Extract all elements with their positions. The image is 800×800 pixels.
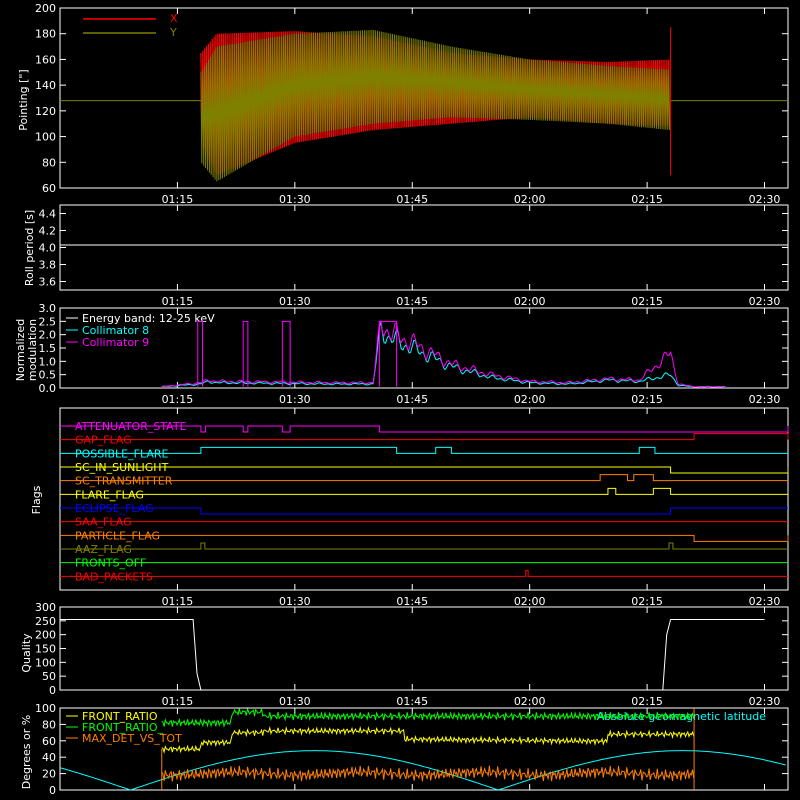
x-tick-label: 02:30 [749,595,781,608]
y-tick-label: 80 [42,156,56,169]
x-tick-label: 01:15 [162,393,194,406]
y-tick-label: 1.5 [39,342,57,355]
x-tick-label: 01:15 [162,695,194,708]
x-tick-label: 02:30 [749,193,781,206]
x-tick-label: 01:45 [396,393,428,406]
flag-label: BAD_PACKETS [75,570,153,583]
y-tick-label: 80 [42,718,56,731]
y-tick-label: 0 [49,784,56,797]
x-tick-label: 02:30 [749,695,781,708]
flag-label: ECLIPSE_FLAG [75,502,154,515]
x-tick-label: 02:00 [514,393,546,406]
x-tick-label: 01:45 [396,193,428,206]
ylabel-pointing: Pointing ["] [17,69,30,130]
x-tick-label: 01:45 [396,595,428,608]
x-tick-label: 01:45 [396,695,428,708]
x-tick-label: 01:30 [279,295,311,308]
x-tick-label: 02:00 [514,695,546,708]
flag-label: SC_TRANSMITTER [75,475,173,488]
ylabel-ratios: Degrees or % [20,715,33,789]
x-tick-label: 02:00 [514,193,546,206]
x-tick-label: 01:30 [279,595,311,608]
y-tick-label: 4.0 [39,242,57,255]
x-tick-label: 02:15 [631,695,663,708]
y-tick-label: 4.2 [39,225,57,238]
y-tick-label: 3.0 [39,302,57,315]
y-tick-label: 40 [42,751,56,764]
chart-canvas: 01:15 01:30 01:45 02:00 02:15 02:30 01:15 01:30… [0,0,800,800]
y-tick-label: 3.8 [39,259,57,272]
y-tick-label: 180 [35,28,56,41]
flag-label: GAP_FLAG [75,434,132,447]
legend-label-max-det: MAX_DET_VS_TOT [82,732,182,745]
y-tick-label: 250 [35,615,56,628]
x-tick-label: 02:15 [631,295,663,308]
ylabel-quality: Quality [20,633,33,673]
x-tick-label: 01:15 [162,193,194,206]
x-tick-label: 02:00 [514,295,546,308]
x-tick-label: 01:15 [162,595,194,608]
x-tick-label: 01:15 [162,295,194,308]
y-tick-label: 20 [42,768,56,781]
x-tick-label: 02:15 [631,393,663,406]
y-tick-label: 0 [49,684,56,697]
y-tick-label: 50 [42,670,56,683]
flag-label: ATTENUATOR_STATE [75,420,187,433]
x-tick-label: 01:45 [396,295,428,308]
x-tick-label: 02:30 [749,295,781,308]
y-tick-label: 1.0 [39,355,57,368]
flag-label: SAA_FLAG [75,516,132,529]
y-tick-label: 140 [35,79,56,92]
y-tick-label: 3.6 [39,276,57,289]
y-tick-label: 4.4 [39,208,57,221]
y-tick-label: 100 [35,656,56,669]
x-tick-label: 02:15 [631,595,663,608]
y-tick-label: 120 [35,105,56,118]
x-tick-label: 01:30 [279,695,311,708]
x-tick-label: 02:00 [514,595,546,608]
y-tick-label: 0.0 [39,382,57,395]
y-tick-label: 0.5 [39,369,57,382]
flag-label: SC_IN_SUNLIGHT [75,461,169,474]
legend-label-y: Y [169,26,177,39]
legend-label-c9: Collimator 9 [82,336,149,349]
flag-label: AAZ_FLAG [75,543,132,556]
x-tick-label: 01:30 [279,193,311,206]
y-tick-label: 200 [35,2,56,15]
ylabel-flags: Flags [30,485,43,514]
ylabel-roll: Roll period [s] [23,210,36,286]
x-tick-label: 02:30 [749,393,781,406]
y-tick-label: 100 [35,702,56,715]
ylabel-modulation-2: modulation [26,319,39,381]
legend-label-x: X [170,12,178,25]
y-tick-label: 160 [35,53,56,66]
y-tick-label: 60 [42,182,56,195]
y-tick-label: 300 [35,601,56,614]
y-tick-label: 60 [42,735,56,748]
flag-label: POSSIBLE_FLARE [75,447,169,460]
flag-label: FRONTS_OFF [75,557,146,570]
y-tick-label: 2.5 [39,315,57,328]
flag-label: FLARE_FLAG [75,488,144,501]
y-tick-label: 150 [35,643,56,656]
flag-label: PARTICLE_FLAG [75,529,160,542]
y-tick-label: 100 [35,131,56,144]
x-tick-label: 02:15 [631,193,663,206]
y-tick-label: 2.0 [39,329,57,342]
y-tick-label: 200 [35,629,56,642]
x-tick-label: 01:30 [279,393,311,406]
